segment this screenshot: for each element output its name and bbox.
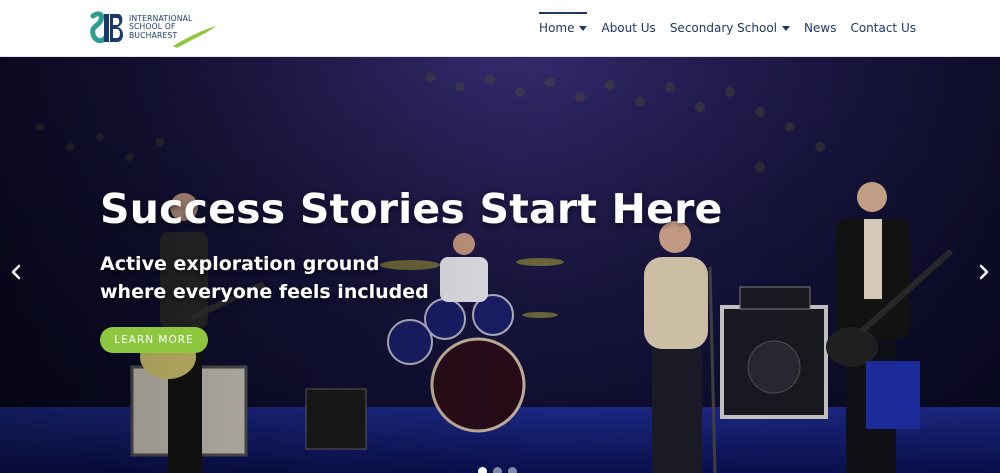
nav-item-about-us-label: About Us bbox=[601, 21, 656, 35]
hero-subline-1: Active exploration ground bbox=[100, 253, 380, 275]
chevron-right-icon bbox=[979, 264, 989, 280]
nav-item-home-label: Home bbox=[539, 21, 575, 35]
nav-item-contact-us-label: Contact Us bbox=[850, 21, 916, 35]
slider-dot-1[interactable] bbox=[478, 467, 487, 473]
nav-item-about-us[interactable]: About Us bbox=[601, 0, 655, 56]
chevron-left-icon bbox=[11, 264, 21, 280]
nav-item-secondary-school[interactable]: Secondary School bbox=[669, 0, 791, 56]
hero-headline: Success Stories Start Here bbox=[100, 185, 723, 233]
slider-dot-2[interactable] bbox=[493, 467, 502, 473]
nav-item-contact-us[interactable]: Contact Us bbox=[850, 0, 916, 56]
isb-monogram-icon bbox=[90, 11, 123, 44]
nav-item-news[interactable]: News bbox=[804, 0, 836, 56]
slider-prev-button[interactable] bbox=[8, 261, 24, 283]
logo-swoosh-icon bbox=[173, 26, 217, 48]
nav-item-news-label: News bbox=[804, 21, 837, 35]
caret-down-icon bbox=[782, 26, 791, 31]
hero-subline-2: where everyone feels included bbox=[100, 281, 429, 303]
hero-slider: Success Stories Start Here Active explor… bbox=[0, 57, 1000, 473]
school-logo[interactable]: INTERNATIONAL SCHOOL OF BUCHAREST bbox=[89, 10, 219, 48]
nav-item-home[interactable]: Home bbox=[539, 0, 588, 56]
caret-down-icon bbox=[579, 26, 588, 31]
nav-item-secondary-school-label: Secondary School bbox=[669, 21, 778, 35]
slider-pagination bbox=[478, 467, 517, 473]
site-header: INTERNATIONAL SCHOOL OF BUCHAREST Home A… bbox=[0, 0, 1000, 57]
learn-more-button[interactable]: LEARN MORE bbox=[100, 327, 208, 353]
slider-next-button[interactable] bbox=[976, 261, 992, 283]
slider-dot-3[interactable] bbox=[508, 467, 517, 473]
main-navigation: Home About Us Secondary School News Cont… bbox=[539, 0, 916, 56]
